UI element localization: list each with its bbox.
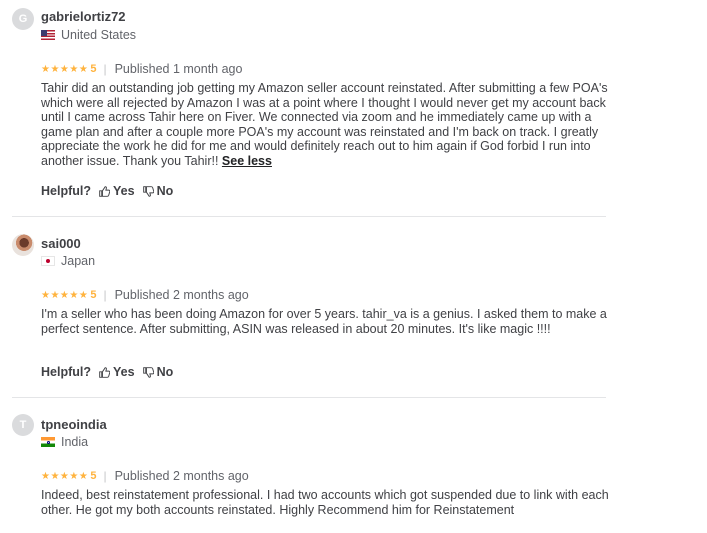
divider xyxy=(12,397,606,398)
no-label: No xyxy=(156,365,174,379)
japan-flag-icon xyxy=(41,256,55,266)
reviewer-country: Japan xyxy=(41,254,95,268)
helpful-no-button[interactable]: No xyxy=(142,365,174,379)
yes-label: Yes xyxy=(113,365,135,379)
helpful-row: Helpful? Yes No xyxy=(41,365,173,379)
rating-line: ★★★★★ 5 | Published 2 months ago xyxy=(41,288,249,302)
avatar[interactable] xyxy=(12,234,34,256)
thumbs-up-icon xyxy=(99,185,110,197)
username[interactable]: gabrielortiz72 xyxy=(41,9,126,24)
published-date: Published 2 months ago xyxy=(114,469,249,483)
helpful-no-button[interactable]: No xyxy=(142,184,174,198)
published-date: Published 1 month ago xyxy=(114,62,243,76)
separator: | xyxy=(103,469,107,483)
separator: | xyxy=(103,62,107,76)
helpful-yes-button[interactable]: Yes xyxy=(99,365,135,379)
country-name: India xyxy=(61,435,89,449)
see-less-link[interactable]: See less xyxy=(222,154,272,168)
reviewer-country: India xyxy=(41,435,88,449)
review-text: Indeed, best reinstatement professional.… xyxy=(41,488,609,517)
country-name: United States xyxy=(61,28,137,42)
helpful-label: Helpful? xyxy=(41,365,91,379)
review-body: Tahir did an outstanding job getting my … xyxy=(41,81,608,168)
rating-line: ★★★★★ 5 | Published 1 month ago xyxy=(41,62,242,76)
review-text: I'm a seller who has been doing Amazon f… xyxy=(41,307,607,336)
thumbs-down-icon xyxy=(142,185,154,197)
helpful-label: Helpful? xyxy=(41,184,91,198)
helpful-row: Helpful? Yes No xyxy=(41,184,173,198)
star-rating-icon: ★★★★★ xyxy=(41,289,89,301)
rating-score: 5 xyxy=(90,289,97,301)
india-flag-icon xyxy=(41,437,55,447)
yes-label: Yes xyxy=(113,184,135,198)
star-rating-icon: ★★★★★ xyxy=(41,470,89,482)
rating-line: ★★★★★ 5 | Published 2 months ago xyxy=(41,469,249,483)
rating-score: 5 xyxy=(90,470,97,482)
reviewer-country: United States xyxy=(41,28,136,42)
username[interactable]: tpneoindia xyxy=(41,417,107,432)
review-text: Tahir did an outstanding job getting my … xyxy=(41,81,609,168)
thumbs-down-icon xyxy=(142,366,154,378)
helpful-yes-button[interactable]: Yes xyxy=(99,184,135,198)
avatar[interactable]: G xyxy=(12,8,34,30)
country-name: Japan xyxy=(61,254,96,268)
no-label: No xyxy=(156,184,174,198)
us-flag-icon xyxy=(41,30,55,40)
rating-score: 5 xyxy=(90,63,97,75)
star-rating-icon: ★★★★★ xyxy=(41,63,89,75)
username[interactable]: sai000 xyxy=(41,236,81,251)
divider xyxy=(12,216,606,217)
published-date: Published 2 months ago xyxy=(114,288,249,302)
separator: | xyxy=(103,288,107,302)
thumbs-up-icon xyxy=(99,366,110,378)
avatar[interactable]: T xyxy=(12,414,34,436)
